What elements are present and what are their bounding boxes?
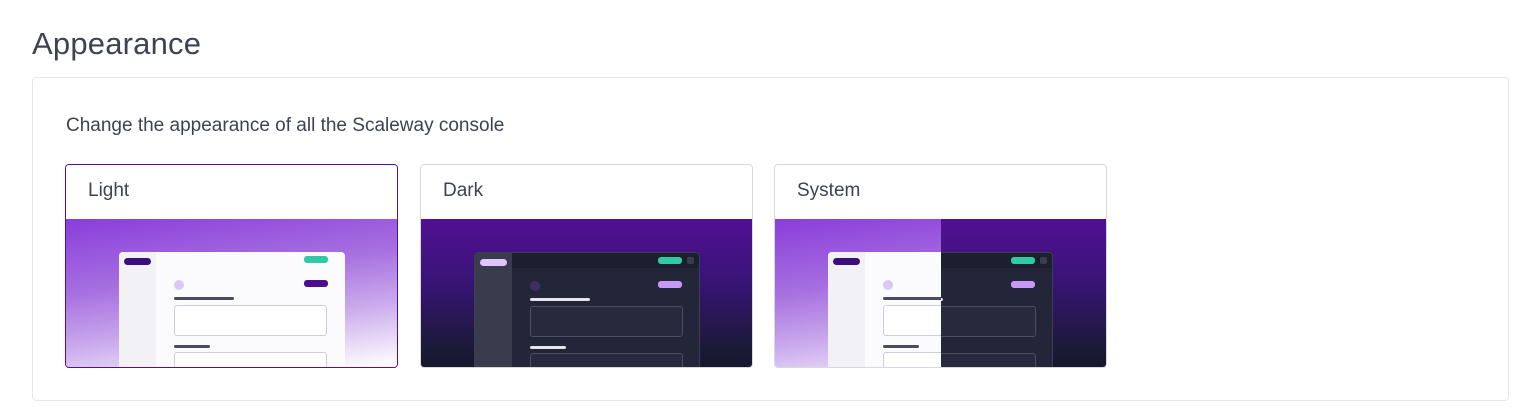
appearance-panel: Change the appearance of all the Scalewa… <box>32 77 1509 401</box>
console-mockup <box>940 252 1053 367</box>
console-mockup <box>119 252 345 367</box>
console-mockup <box>474 252 700 367</box>
system-theme-preview <box>775 219 1106 367</box>
light-theme-preview <box>66 219 397 367</box>
page-title: Appearance <box>32 26 202 61</box>
theme-option-label: Dark <box>421 165 752 219</box>
theme-option-dark[interactable]: Dark <box>420 164 753 368</box>
theme-option-system[interactable]: System <box>774 164 1107 368</box>
appearance-description: Change the appearance of all the Scalewa… <box>66 115 505 136</box>
console-mockup <box>828 252 941 367</box>
dark-theme-preview <box>421 219 752 367</box>
theme-option-label: Light <box>66 165 397 219</box>
theme-option-label: System <box>775 165 1106 219</box>
theme-option-light[interactable]: Light <box>65 164 398 368</box>
